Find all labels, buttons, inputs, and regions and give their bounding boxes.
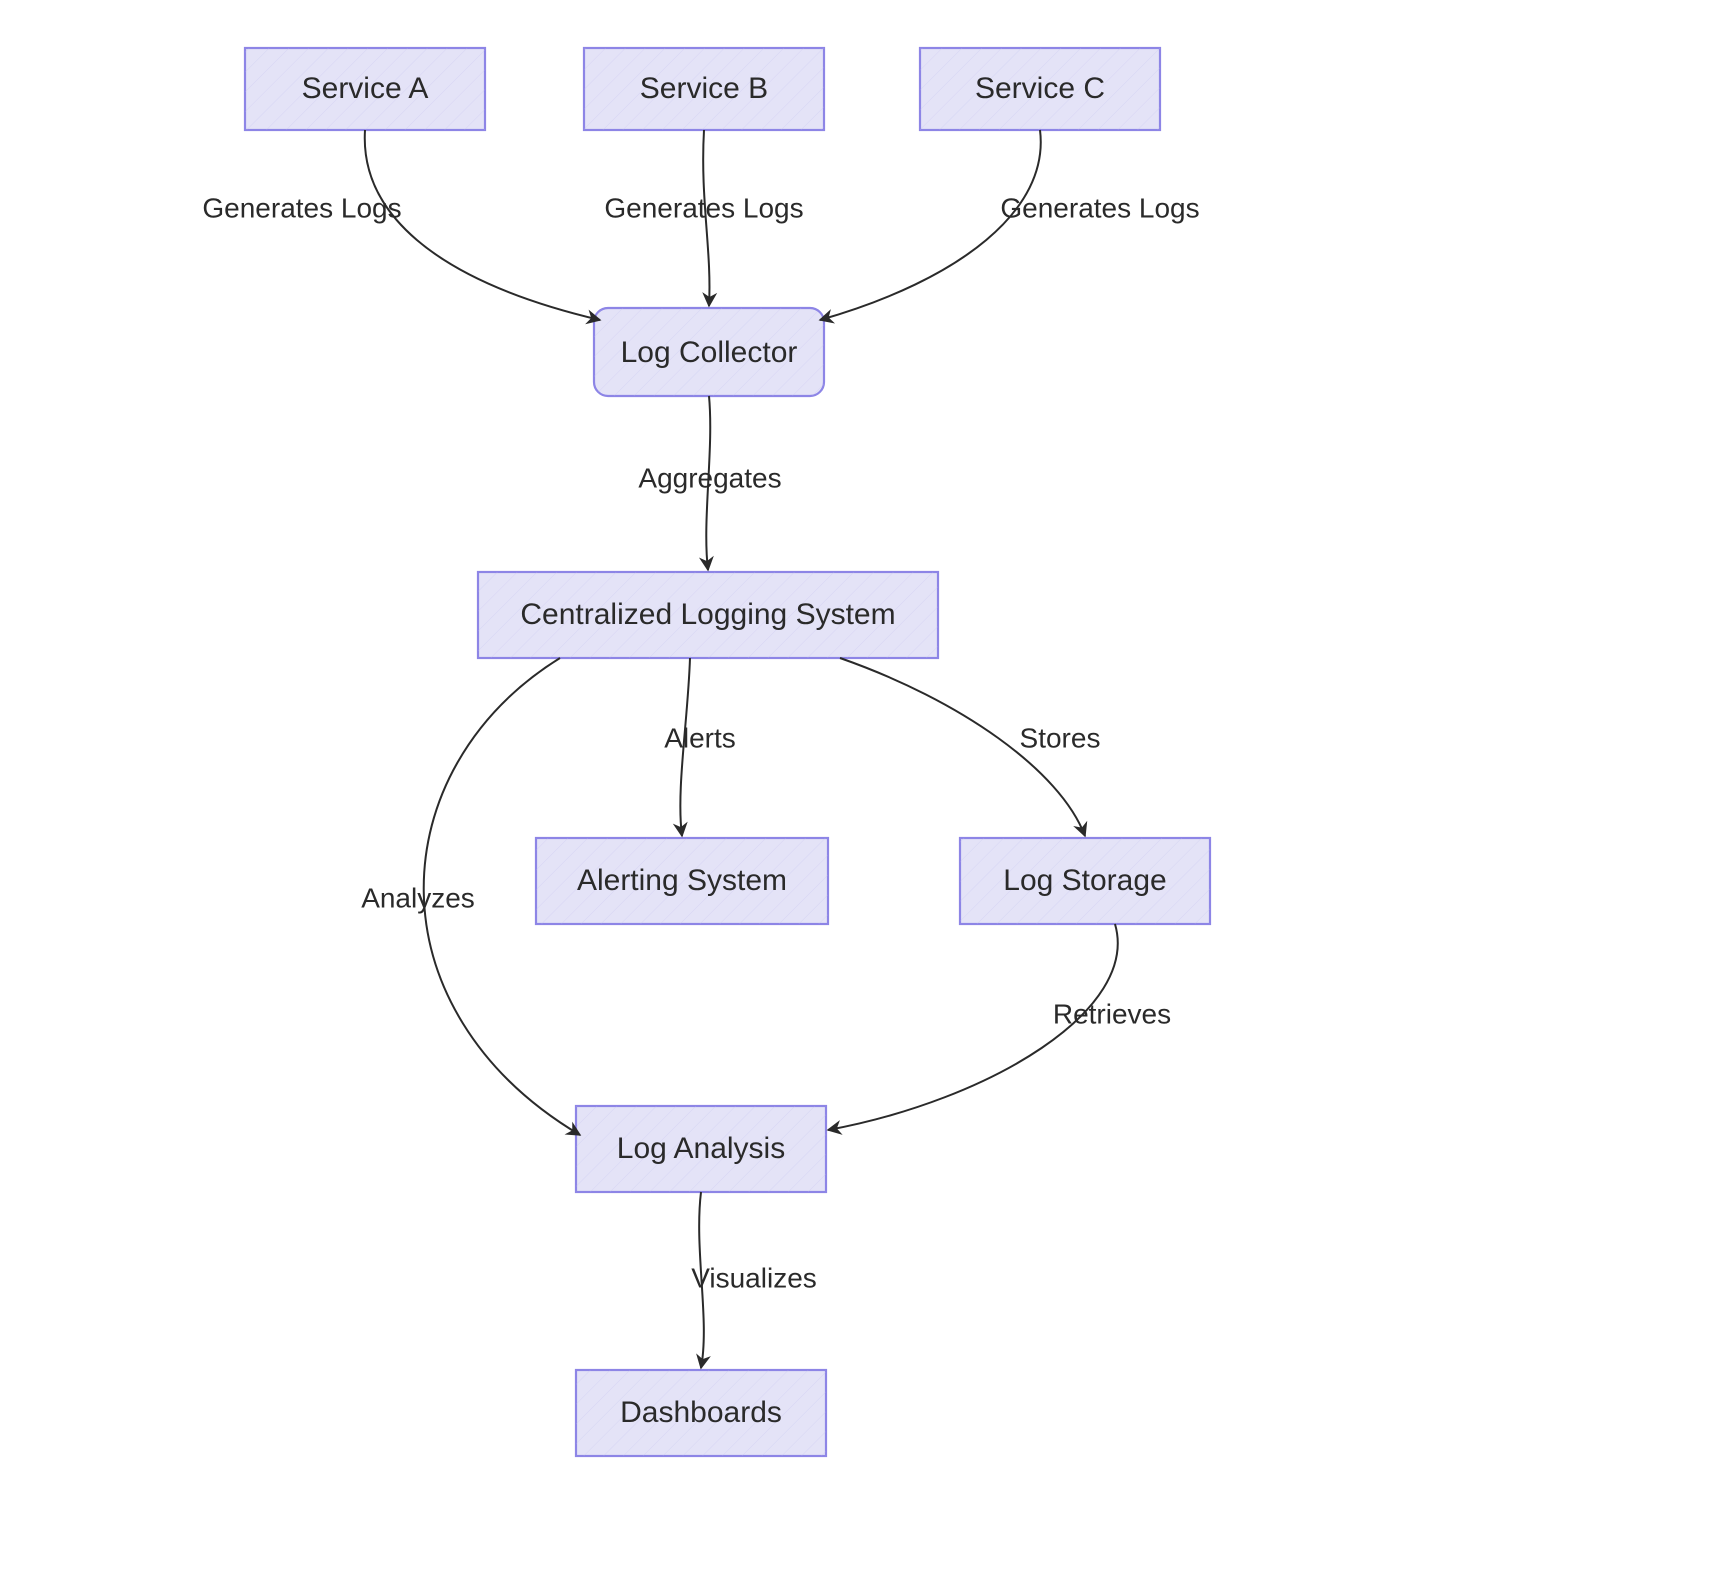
edge-c-to-collector-label: Generates Logs xyxy=(1000,192,1199,223)
logging-architecture-diagram: Service A Service B Service C Log Collec… xyxy=(0,0,1714,1574)
edge-c-to-collector: Generates Logs xyxy=(820,130,1200,320)
edge-central-to-storage: Stores xyxy=(840,658,1100,836)
node-log-analysis: Log Analysis xyxy=(576,1106,826,1192)
edge-a-to-collector: Generates Logs xyxy=(202,130,600,320)
edge-collector-to-central-label: Aggregates xyxy=(638,462,781,493)
edge-central-to-alerting: Alerts xyxy=(664,658,736,836)
node-centralized-logging-label: Centralized Logging System xyxy=(520,598,895,631)
node-dashboards: Dashboards xyxy=(576,1370,826,1456)
node-centralized-logging: Centralized Logging System xyxy=(478,572,938,658)
node-alerting-system: Alerting System xyxy=(536,838,828,924)
node-service-a: Service A xyxy=(245,48,485,130)
edge-storage-to-analysis: Retrieves xyxy=(828,924,1171,1130)
edge-central-to-alerting-label: Alerts xyxy=(664,722,736,753)
edge-a-to-collector-label: Generates Logs xyxy=(202,192,401,223)
edge-central-to-storage-label: Stores xyxy=(1020,722,1101,753)
edge-central-to-analysis-label: Analyzes xyxy=(361,882,475,913)
node-service-c: Service C xyxy=(920,48,1160,130)
edge-b-to-collector: Generates Logs xyxy=(604,130,803,306)
node-service-a-label: Service A xyxy=(302,72,429,105)
node-dashboards-label: Dashboards xyxy=(620,1396,782,1429)
node-log-storage: Log Storage xyxy=(960,838,1210,924)
edge-analysis-to-dashboards-label: Visualizes xyxy=(691,1262,817,1293)
edge-analysis-to-dashboards: Visualizes xyxy=(691,1192,817,1368)
node-service-c-label: Service C xyxy=(975,72,1105,105)
node-log-collector: Log Collector xyxy=(594,308,824,396)
node-log-collector-label: Log Collector xyxy=(621,336,798,369)
node-service-b-label: Service B xyxy=(640,72,768,105)
node-log-storage-label: Log Storage xyxy=(1003,864,1166,897)
edge-storage-to-analysis-label: Retrieves xyxy=(1053,998,1171,1029)
node-alerting-system-label: Alerting System xyxy=(577,864,787,897)
node-log-analysis-label: Log Analysis xyxy=(617,1132,785,1165)
node-service-b: Service B xyxy=(584,48,824,130)
edge-b-to-collector-label: Generates Logs xyxy=(604,192,803,223)
edge-collector-to-central: Aggregates xyxy=(638,396,781,570)
